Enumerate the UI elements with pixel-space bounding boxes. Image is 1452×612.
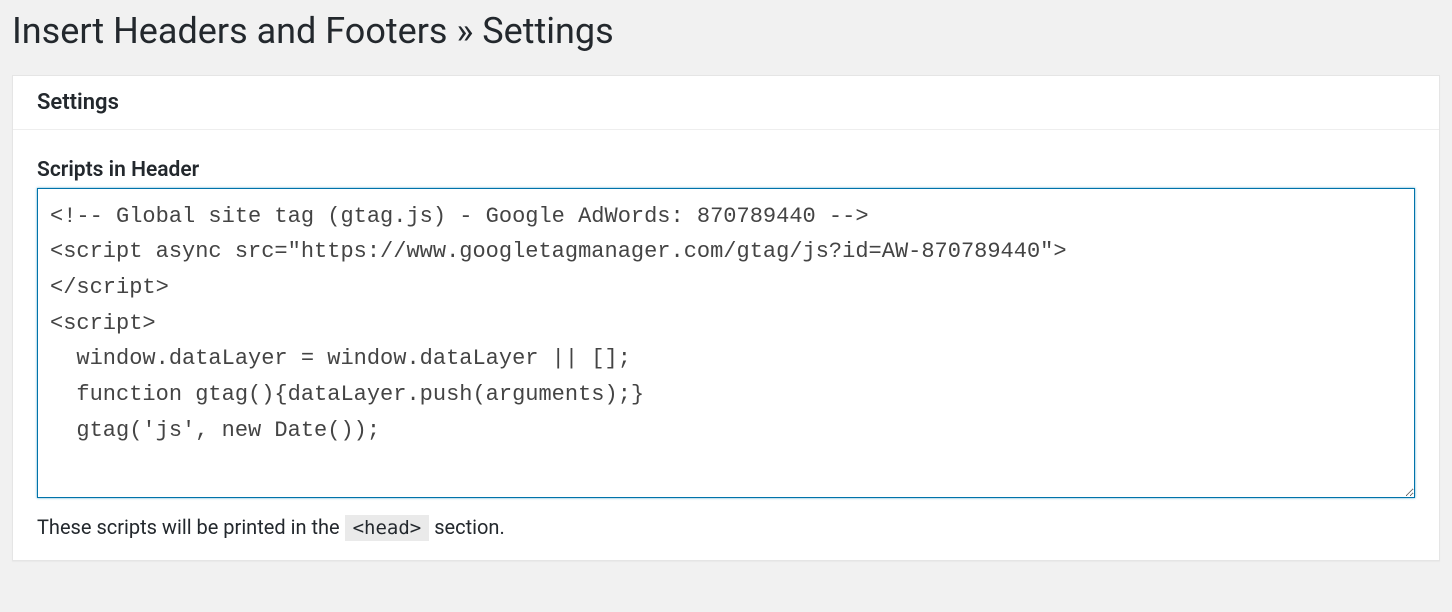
help-text-prefix: These scripts will be printed in the <box>37 515 345 539</box>
page-header: Insert Headers and Footers » Settings <box>0 0 1452 75</box>
help-text-suffix: section. <box>434 515 505 539</box>
card-header: Settings <box>13 76 1439 130</box>
page-title: Insert Headers and Footers » Settings <box>12 8 1440 55</box>
settings-card: Settings Scripts in Header These scripts… <box>12 75 1440 562</box>
scripts-header-label: Scripts in Header <box>37 158 1415 182</box>
card-title: Settings <box>37 90 1415 115</box>
scripts-header-textarea[interactable] <box>37 188 1415 498</box>
help-text: These scripts will be printed in the <he… <box>37 512 1415 543</box>
help-text-code: <head> <box>345 515 430 541</box>
card-body: Scripts in Header These scripts will be … <box>13 130 1439 561</box>
